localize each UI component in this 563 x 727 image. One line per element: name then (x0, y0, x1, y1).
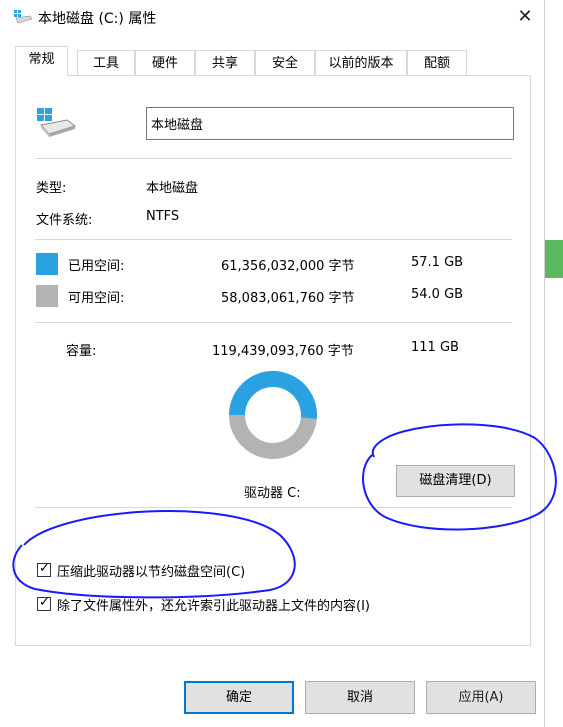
separator (35, 239, 512, 240)
windows-drive-icon (37, 108, 77, 142)
background-window-edge (545, 240, 563, 278)
compress-checkbox[interactable]: ✓ (37, 561, 51, 577)
donut-free-segment (229, 415, 317, 460)
window-title: 本地磁盘 (C:) 属性 (38, 11, 157, 27)
cancel-button[interactable]: 取消 (305, 681, 415, 714)
type-value: 本地磁盘 (146, 181, 199, 196)
free-space-bytes: 58,083,061,760 字节 (221, 291, 355, 306)
drive-letter-label: 驱动器 C: (244, 486, 301, 501)
free-space-size: 54.0 GB (411, 287, 464, 302)
free-space-label: 可用空间: (68, 291, 125, 306)
drive-name-input[interactable] (146, 107, 514, 140)
filesystem-value: NTFS (146, 209, 180, 224)
usage-donut (229, 371, 317, 460)
type-label: 类型: (36, 181, 67, 196)
separator (35, 322, 512, 323)
free-space-swatch (36, 285, 58, 307)
checkmark-icon: ✓ (39, 595, 50, 610)
donut-used-segment (229, 371, 317, 419)
tab-general[interactable]: 常规 (15, 46, 68, 76)
disk-cleanup-button[interactable]: 磁盘清理(D) (396, 465, 515, 497)
checkmark-icon: ✓ (39, 561, 50, 576)
used-space-bytes: 61,356,032,000 字节 (221, 259, 355, 274)
tab-hardware[interactable]: 硬件 (135, 50, 195, 75)
index-checkbox-label[interactable]: 除了文件属性外，还允许索引此驱动器上文件的内容(I) (57, 595, 370, 614)
capacity-label: 容量: (66, 344, 97, 359)
close-button[interactable]: ✕ (508, 2, 542, 32)
used-space-size: 57.1 GB (411, 255, 464, 270)
separator (35, 507, 512, 508)
used-space-label: 已用空间: (68, 259, 125, 274)
filesystem-label: 文件系统: (36, 213, 93, 228)
capacity-size: 111 GB (411, 340, 459, 355)
tab-previous-versions[interactable]: 以前的版本 (315, 50, 407, 75)
capacity-bytes: 119,439,093,760 字节 (212, 344, 354, 359)
ok-button[interactable]: 确定 (184, 681, 294, 714)
index-checkbox[interactable]: ✓ (37, 595, 51, 611)
tab-sharing[interactable]: 共享 (195, 50, 255, 75)
compress-checkbox-label[interactable]: 压缩此驱动器以节约磁盘空间(C) (57, 561, 245, 580)
separator (35, 158, 512, 159)
tab-tools[interactable]: 工具 (77, 50, 135, 75)
used-space-swatch (36, 253, 58, 275)
drive-icon (14, 10, 33, 24)
apply-button[interactable]: 应用(A) (426, 681, 536, 714)
tab-security[interactable]: 安全 (255, 50, 315, 75)
tab-quota[interactable]: 配额 (407, 50, 467, 75)
